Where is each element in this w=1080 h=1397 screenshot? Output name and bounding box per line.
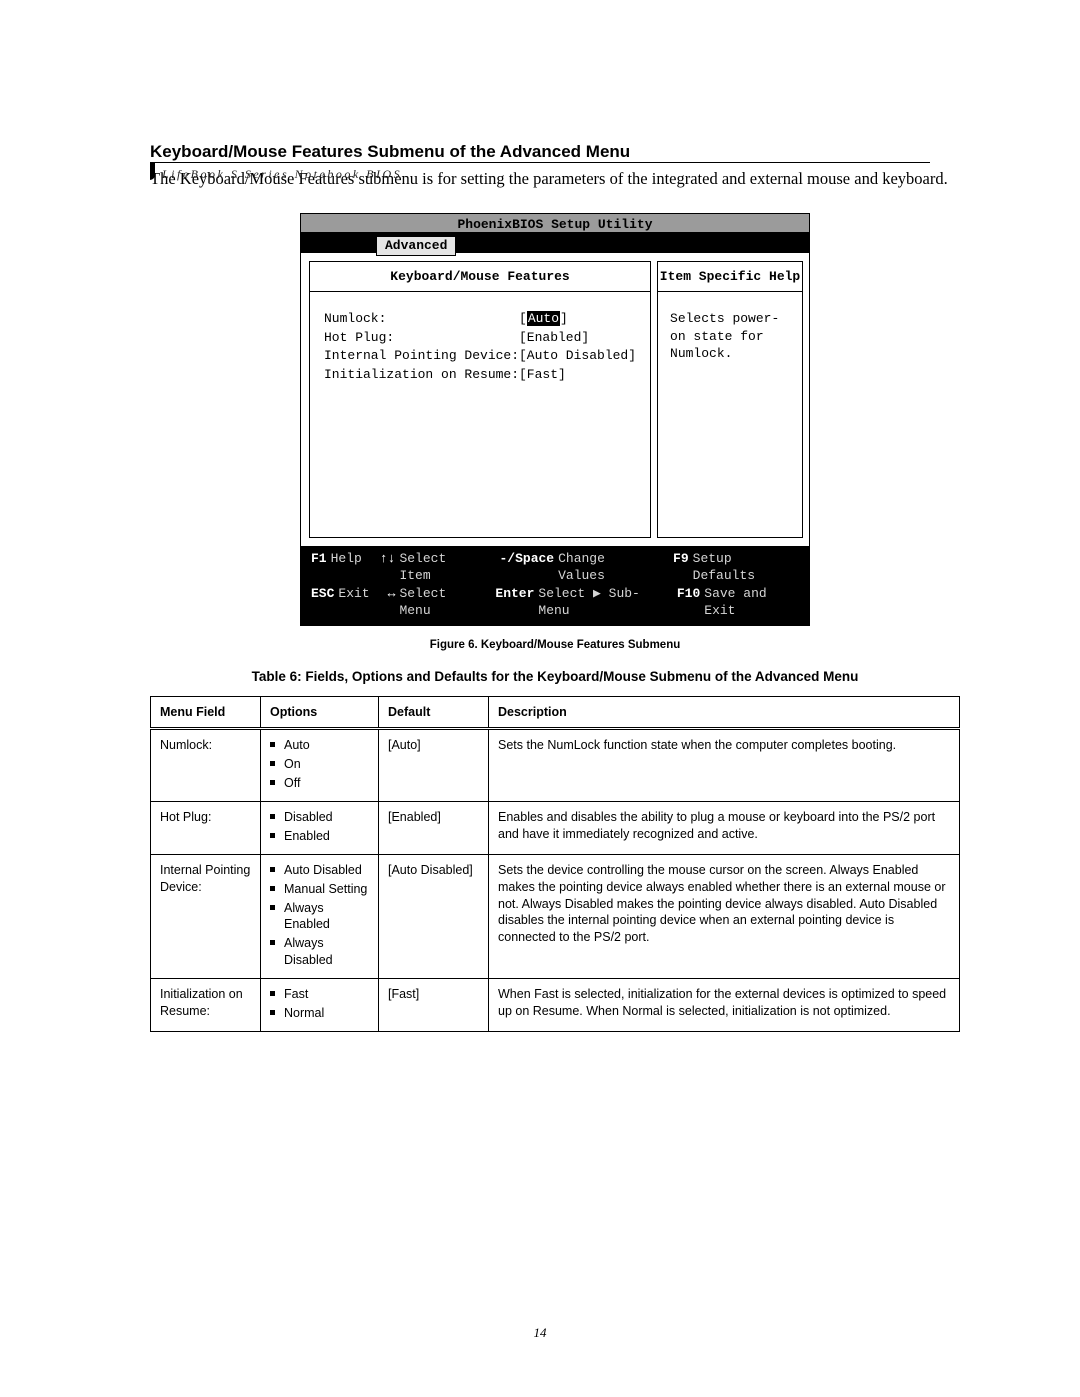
cell-menu-field: Internal Pointing Device: [151,854,261,978]
option-item: Disabled [284,809,369,826]
cell-menu-field: Numlock: [151,729,261,802]
option-item: On [284,756,369,773]
table-row: Numlock: Auto On Off [Auto]Sets the NumLock … [151,729,960,802]
bios-settings-panel: Keyboard/Mouse Features Numlock:[Auto]Ho… [309,261,651,538]
select-item-label: Select Item [399,550,481,585]
bios-setting-value[interactable]: [Auto] [519,310,568,328]
bios-setting-label: Hot Plug: [324,329,519,347]
cell-description: Sets the NumLock function state when the… [489,729,960,802]
bios-screenshot: PhoenixBIOS Setup Utility Advanced Keybo… [300,213,810,626]
save-exit-label: Save and Exit [704,585,799,620]
hotkey-f10[interactable]: F10 [677,585,700,620]
section-heading: Keyboard/Mouse Features Submenu of the A… [150,142,960,162]
table-header-row: Menu Field Options Default Description [151,696,960,729]
option-item: Normal [284,1005,369,1022]
header-rule [150,162,930,163]
cell-default: [Fast] [379,979,489,1032]
figure-caption: Figure 6. Keyboard/Mouse Features Submen… [150,640,960,652]
bios-setting-value[interactable]: [Fast] [519,366,566,384]
hotkey-enter[interactable]: Enter [495,585,534,620]
exit-label: Exit [338,585,369,620]
select-submenu-label: Select ▶ Sub-Menu [538,585,658,620]
col-description: Description [489,696,960,729]
bios-window: PhoenixBIOS Setup Utility Advanced Keybo… [300,213,810,626]
cell-options: Auto Disabled Manual Setting Always Enable… [261,854,379,978]
cell-menu-field: Hot Plug: [151,802,261,855]
arrow-left-right-icon: ↔ [388,585,396,620]
bios-setting-label: Internal Pointing Device: [324,347,519,365]
bios-setting-value[interactable]: [Enabled] [519,329,589,347]
cell-description: Enables and disables the ability to plug… [489,802,960,855]
header-ornament [150,162,155,180]
bios-help-text: Selects power-on state for Numlock. [658,292,802,381]
option-item: Always Enabled [284,900,369,934]
bios-setting-row[interactable]: Internal Pointing Device:[Auto Disabled] [324,347,636,365]
option-item: Enabled [284,828,369,845]
bios-setting-label: Initialization on Resume: [324,366,519,384]
bios-setting-label: Numlock: [324,310,519,328]
bios-setting-row[interactable]: Numlock:[Auto] [324,310,636,328]
table-row: Hot Plug: Disabled Enabled [Enabled]Enables… [151,802,960,855]
hotkey-f1[interactable]: F1 [311,550,327,585]
option-item: Manual Setting [284,881,369,898]
bios-setting-value[interactable]: [Auto Disabled] [519,347,636,365]
option-item: Auto Disabled [284,862,369,879]
table-row: Initialization on Resume: Fast Normal [Fast… [151,979,960,1032]
bios-footer: F1 Help ↑↓ Select Item -/Space Change Va… [301,546,809,625]
cell-options: Fast Normal [261,979,379,1032]
bios-setting-row[interactable]: Hot Plug:[Enabled] [324,329,636,347]
running-header: LifeBook S Series Notebook BIOS [162,168,402,180]
bios-help-heading: Item Specific Help [658,262,802,293]
cell-options: Disabled Enabled [261,802,379,855]
bios-titlebar: PhoenixBIOS Setup Utility [301,214,809,233]
page-number: 14 [0,1325,1080,1341]
fields-table: Menu Field Options Default Description N… [150,696,960,1032]
option-item: Fast [284,986,369,1003]
option-item: Auto [284,737,369,754]
col-options: Options [261,696,379,729]
hotkey-f1-label: Help [331,550,362,585]
bios-panel-heading: Keyboard/Mouse Features [310,262,650,293]
bios-setting-row[interactable]: Initialization on Resume:[Fast] [324,366,636,384]
setup-defaults-label: Setup Defaults [693,550,799,585]
col-menu-field: Menu Field [151,696,261,729]
cell-description: Sets the device controlling the mouse cu… [489,854,960,978]
page: LifeBook S Series Notebook BIOS Keyboard… [0,0,1080,1397]
cell-default: [Auto Disabled] [379,854,489,978]
col-default: Default [379,696,489,729]
hotkey-esc[interactable]: ESC [311,585,334,620]
cell-options: Auto On Off [261,729,379,802]
cell-default: [Auto] [379,729,489,802]
arrow-up-down-icon: ↑↓ [380,550,396,585]
table-row: Internal Pointing Device: Auto Disabled Ma… [151,854,960,978]
hotkey-minus-space[interactable]: -/Space [499,550,554,585]
table-caption: Table 6: Fields, Options and Defaults fo… [150,669,960,685]
bios-help-panel: Item Specific Help Selects power-on stat… [657,261,803,538]
bios-tab-advanced[interactable]: Advanced [376,236,456,257]
hotkey-f9[interactable]: F9 [673,550,689,585]
cell-default: [Enabled] [379,802,489,855]
option-item: Off [284,775,369,792]
option-item: Always Disabled [284,935,369,969]
cell-menu-field: Initialization on Resume: [151,979,261,1032]
change-values-label: Change Values [558,550,655,585]
select-menu-label: Select Menu [399,585,477,620]
cell-description: When Fast is selected, initialization fo… [489,979,960,1032]
bios-menubar: Advanced [301,233,809,253]
